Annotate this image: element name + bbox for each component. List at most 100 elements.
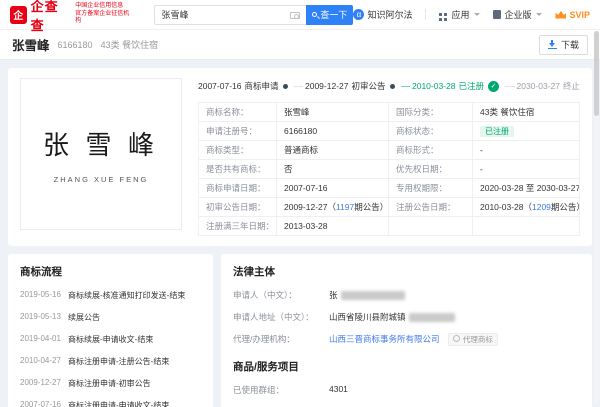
search-button[interactable]: 查一下 [306, 5, 353, 25]
detail-value: 43类 餐饮住宿 [473, 103, 580, 122]
flow-date: 2009-12-27 [20, 378, 68, 389]
detail-value: - [473, 141, 580, 160]
flow-item: 2019-05-13 续展公告 [20, 312, 201, 323]
chevron-down-icon [536, 13, 542, 16]
logo-subtitle: 中国企业信用信息 官方备案企业征信机构 [75, 3, 130, 26]
timeline-registered-date: 2010-03-28 [412, 81, 455, 91]
trademark-category: 43类 餐饮住宿 [101, 38, 159, 51]
chevron-down-icon [474, 13, 480, 16]
gazette-date: 2010-03-28（ [480, 202, 532, 212]
timeline-dot [283, 84, 288, 89]
flow-date: 2010-04-27 [20, 356, 68, 367]
scrollbar-track[interactable] [594, 31, 599, 405]
gazette-date: 2009-12-27（ [284, 202, 336, 212]
logo-subtitle-line2: 官方备案企业征信机构 [75, 11, 130, 27]
top-header: 企 企查查 中国企业信用信息 官方备案企业征信机构 查一下 知识阿尔法 应用 企… [0, 0, 600, 30]
detail-label: 商标类型： [199, 141, 277, 160]
logo-subtitle-line1: 中国企业信用信息 [75, 3, 130, 11]
lower-cards-row: 商标流程 2019-05-16 商标续展-核准通知打印发送-结束 2019-05… [8, 254, 592, 407]
group-value: 4301 [329, 384, 348, 394]
goods-title: 商品/服务项目 [233, 359, 580, 374]
timeline-segment [294, 86, 304, 87]
flow-item: 2010-04-27 商标注册申请-注册公告-结束 [20, 356, 201, 367]
detail-value: 2009-12-27（1197期公告） [277, 198, 389, 217]
flow-date: 2019-04-01 [20, 334, 68, 345]
download-label: 下载 [561, 38, 579, 51]
flow-text: 商标续展-核准通知打印发送-结束 [68, 290, 185, 301]
timeline-expiry-date: 2030-03-27 [517, 81, 560, 91]
qichacha-logo[interactable]: 企 企查查 中国企业信用信息 官方备案企业征信机构 [10, 0, 130, 34]
camera-icon[interactable] [290, 12, 300, 19]
download-button[interactable]: 下载 [539, 35, 588, 55]
gazette-link[interactable]: 1209 [532, 202, 551, 212]
timeline-preliminary-date: 2009-12-27 [305, 81, 348, 91]
detail-label: 注册公告日期： [389, 198, 473, 217]
nav-svip[interactable]: SVIP [555, 10, 590, 20]
agency-link[interactable]: 山西三晋商标事务所有限公司 [329, 334, 440, 344]
applicant-label: 申请人（中文）： [233, 289, 329, 301]
detail-label: 商标形式： [389, 141, 473, 160]
search-button-label: 查一下 [320, 8, 347, 21]
redacted-text [409, 313, 455, 322]
detail-label: 是否共有商标： [199, 160, 277, 179]
address-text: 山西省陵川县附城镇 [329, 312, 406, 322]
nav-apps-label: 应用 [451, 8, 469, 21]
timeline-expiry-label: 终止 [563, 81, 580, 91]
detail-label: 注册满三年日期： [199, 217, 277, 236]
detail-label: 优先权日期： [389, 160, 473, 179]
trademark-flow-card: 商标流程 2019-05-16 商标续展-核准通知打印发送-结束 2019-05… [8, 254, 213, 407]
trademark-summary-right: 2007-07-16商标申请 2009-12-27初审公告 2010-03-28… [198, 78, 580, 236]
logo-glyph: 企 [13, 7, 23, 22]
timeline-node-apply: 2007-07-16商标申请 [198, 80, 279, 92]
trademark-image[interactable]: 张 雪 峰 ZHANG XUE FENG [20, 78, 182, 230]
agency-label: 代理/办理机构： [233, 333, 329, 345]
flow-item: 2007-07-16 商标注册申请-申请收文-结束 [20, 400, 201, 407]
address-row: 申请人地址（中文）： 山西省陵川县附城镇 [233, 311, 580, 323]
detail-value: 2010-03-28（1209期公告） [473, 198, 580, 217]
crown-icon [555, 11, 566, 19]
nav-apps[interactable]: 应用 [439, 8, 480, 21]
redacted-text [341, 291, 405, 300]
status-timeline: 2007-07-16商标申请 2009-12-27初审公告 2010-03-28… [198, 80, 580, 92]
flow-item: 2009-12-27 商标注册申请-初审公告 [20, 378, 201, 389]
detail-value: 普通商标 [277, 141, 389, 160]
flow-text: 续展公告 [68, 312, 100, 323]
gazette-suffix: 期公告） [551, 202, 580, 212]
trademark-summary-card: 张 雪 峰 ZHANG XUE FENG 2007-07-16商标申请 2009… [8, 68, 592, 246]
scrollbar-thumb[interactable] [594, 31, 599, 116]
nav-ip-alpha[interactable]: 知识阿尔法 [353, 8, 412, 21]
agency-row: 代理/办理机构： 山西三晋商标事务所有限公司 代理商标 [233, 333, 580, 345]
timeline-segment [401, 86, 411, 87]
trademark-image-hanzi: 张 雪 峰 [43, 125, 159, 162]
detail-label: 商标申请日期： [199, 179, 277, 198]
grid-icon [439, 13, 442, 16]
address-value: 山西省陵川县附城镇 [329, 311, 455, 323]
flow-text: 商标注册申请-申请收文-结束 [68, 400, 169, 407]
detail-value: 否 [277, 160, 389, 179]
nav-svip-label: SVIP [569, 10, 590, 20]
detail-label: 商标状态： [389, 122, 473, 141]
detail-value: 2013-03-28 [277, 217, 389, 236]
nav-divider [425, 9, 426, 20]
nav-ip-alpha-label: 知识阿尔法 [367, 8, 412, 21]
legal-entity-card: 法律主体 申请人（中文）： 张 申请人地址（中文）： 山西省陵川县附城镇 代理/… [221, 254, 592, 407]
trademark-toolbar: 张雪峰 6166180 43类 餐饮住宿 下载 [0, 30, 600, 60]
gazette-link[interactable]: 1197 [336, 202, 354, 212]
detail-label: 申请注册号： [199, 122, 277, 141]
timeline-dot [390, 84, 395, 89]
flow-text: 商标注册申请-注册公告-结束 [68, 356, 169, 367]
flow-text: 商标注册申请-初审公告 [68, 378, 151, 389]
flow-title: 商标流程 [20, 264, 201, 279]
timeline-apply-label: 商标申请 [244, 81, 278, 91]
timeline-segment [505, 86, 515, 87]
detail-label: 国际分类： [389, 103, 473, 122]
group-label: 已使用群组： [233, 384, 329, 396]
trademark-name: 张雪峰 [12, 35, 50, 54]
detail-label: 商标名称： [199, 103, 277, 122]
magnifier-icon [312, 12, 317, 17]
nav-enterprise[interactable]: 企业版 [493, 8, 542, 21]
detail-value: 张雪峰 [277, 103, 389, 122]
search-input[interactable] [154, 5, 306, 25]
timeline-registered-label: 已注册 [458, 81, 484, 91]
main-content: 张 雪 峰 ZHANG XUE FENG 2007-07-16商标申请 2009… [0, 60, 600, 407]
